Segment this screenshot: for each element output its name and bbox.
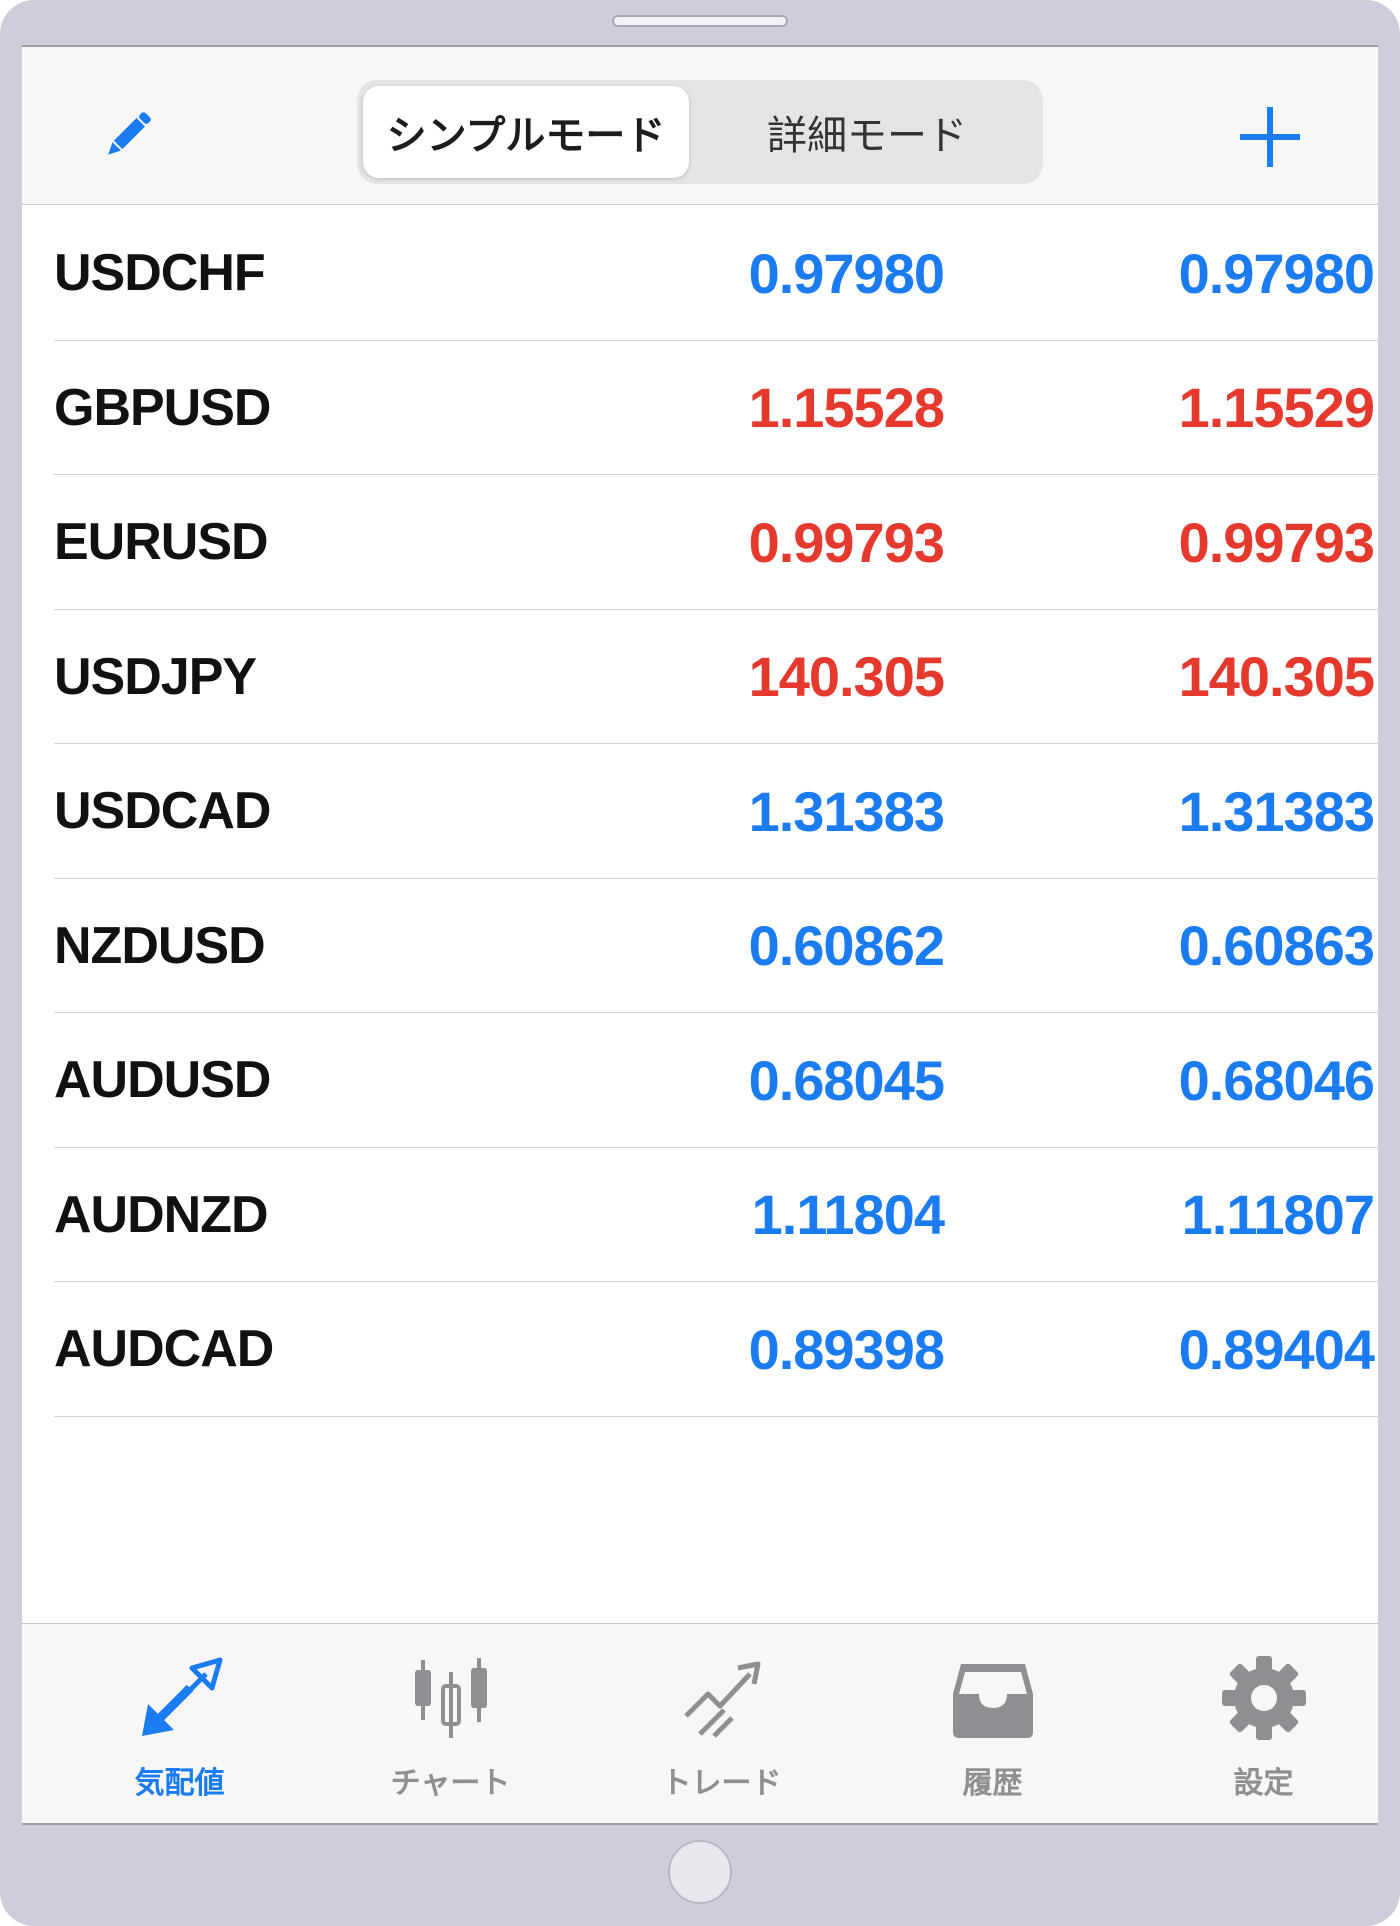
speaker-grille (612, 15, 788, 27)
symbol-label: AUDUSD (54, 1051, 271, 1109)
tab-quotes[interactable]: 気配値 (44, 1624, 315, 1823)
quote-row-usdjpy[interactable]: USDJPY 140.305 140.305 (54, 610, 1378, 744)
bid-price: 140.305 (748, 645, 945, 708)
ask-price: 0.89404 (1178, 1317, 1375, 1381)
plus-icon (1240, 107, 1300, 167)
history-inbox-icon (943, 1648, 1043, 1748)
symbol-label: AUDCAD (54, 1320, 274, 1378)
quote-row-gbpusd[interactable]: GBPUSD 1.15528 1.15529 (54, 341, 1378, 475)
segment-detailed-mode[interactable]: 詳細モード (697, 86, 1037, 178)
navigation-bar: シンプルモード 詳細モード (22, 47, 1378, 205)
quotes-list: USDCHF 0.97980 0.97980 GBPUSD 1.15528 1.15529… (22, 206, 1378, 1417)
symbol-label: AUDNZD (54, 1185, 269, 1244)
tab-chart-label: チャート (390, 1767, 511, 1800)
quotes-arrows-icon (130, 1648, 230, 1748)
ask-price: 0.60863 (1178, 914, 1375, 977)
tab-quotes-label: 気配値 (134, 1767, 225, 1800)
tablet-frame: シンプルモード 詳細モード USDCHF 0.97980 0.97980 GBPUSD… (0, 0, 1400, 1926)
bid-price: 0.99793 (748, 510, 945, 574)
bid-price: 1.31383 (748, 779, 945, 843)
trade-trend-icon (672, 1648, 772, 1748)
tab-bar: 気配値 チャート トレード 履歴 設定 (22, 1623, 1378, 1823)
ask-price: 140.305 (1178, 645, 1375, 708)
ask-price: 1.11807 (1181, 1183, 1375, 1246)
symbol-label: USDCHF (54, 244, 266, 302)
ask-price: 0.68046 (1178, 1048, 1375, 1112)
tab-settings[interactable]: 設定 (1128, 1624, 1378, 1823)
gear-icon (1214, 1648, 1314, 1748)
ask-price: 0.97980 (1178, 241, 1375, 305)
segment-simple-mode[interactable]: シンプルモード (363, 86, 689, 178)
candlestick-chart-icon (401, 1648, 501, 1748)
symbol-label: EURUSD (54, 513, 269, 571)
bid-price: 0.68045 (748, 1048, 945, 1112)
home-button[interactable] (668, 1840, 732, 1904)
quote-row-eurusd[interactable]: EURUSD 0.99793 0.99793 (54, 475, 1378, 610)
symbol-label: NZDUSD (54, 916, 266, 975)
ask-price: 1.15529 (1178, 376, 1375, 439)
quote-row-audnzd[interactable]: AUDNZD 1.11804 1.11807 (54, 1148, 1378, 1282)
bid-price: 0.89398 (748, 1317, 945, 1381)
symbol-label: USDJPY (54, 647, 257, 706)
quote-row-audcad[interactable]: AUDCAD 0.89398 0.89404 (54, 1282, 1378, 1417)
bid-price: 1.11804 (751, 1183, 945, 1246)
tab-history[interactable]: 履歴 (857, 1624, 1128, 1823)
bid-price: 0.97980 (748, 241, 945, 305)
symbol-label: USDCAD (54, 782, 271, 840)
quote-row-usdcad[interactable]: USDCAD 1.31383 1.31383 (54, 744, 1378, 879)
tab-chart[interactable]: チャート (315, 1624, 586, 1823)
quote-row-nzdusd[interactable]: NZDUSD 0.60862 0.60863 (54, 879, 1378, 1013)
ask-price: 1.31383 (1178, 779, 1375, 843)
tab-history-label: 履歴 (962, 1767, 1023, 1800)
tab-trade[interactable]: トレード (586, 1624, 857, 1823)
ask-price: 0.99793 (1178, 510, 1375, 574)
tab-trade-label: トレード (661, 1767, 782, 1800)
add-symbol-button[interactable] (1232, 99, 1308, 175)
pencil-icon (108, 112, 151, 155)
edit-button[interactable] (92, 99, 164, 171)
quote-row-usdchf[interactable]: USDCHF 0.97980 0.97980 (54, 206, 1378, 341)
symbol-label: GBPUSD (54, 378, 271, 437)
mode-segmented-control: シンプルモード 詳細モード (357, 80, 1043, 184)
bid-price: 0.60862 (748, 914, 945, 977)
bid-price: 1.15528 (748, 376, 945, 439)
quote-row-audusd[interactable]: AUDUSD 0.68045 0.68046 (54, 1013, 1378, 1148)
tab-settings-label: 設定 (1233, 1767, 1294, 1800)
app-screen: シンプルモード 詳細モード USDCHF 0.97980 0.97980 GBPUSD… (22, 45, 1378, 1825)
